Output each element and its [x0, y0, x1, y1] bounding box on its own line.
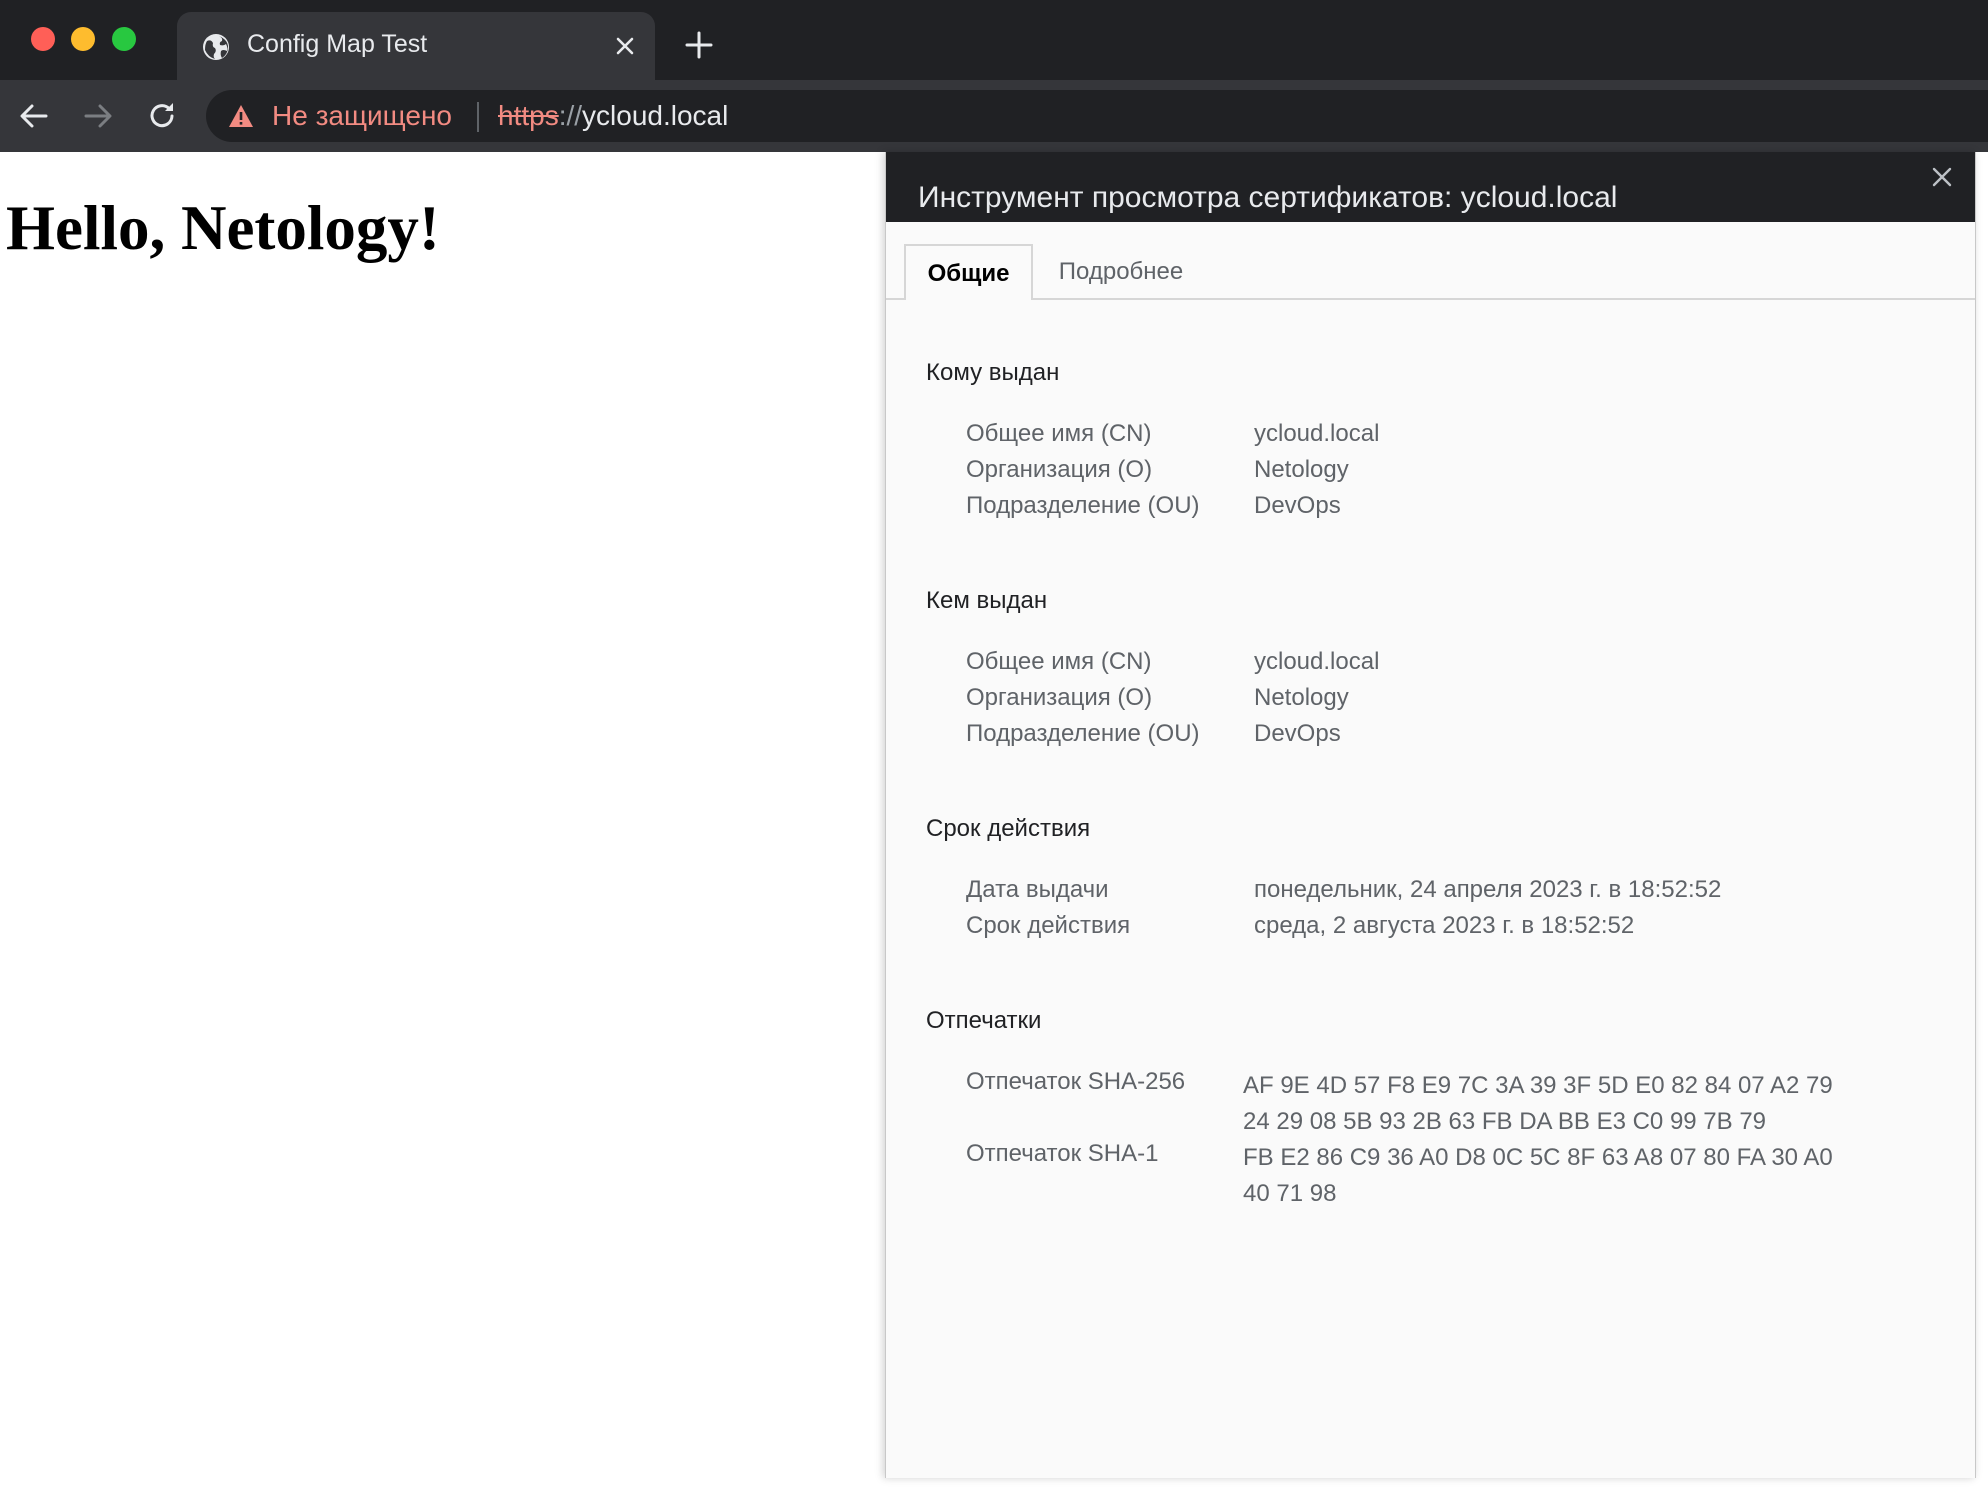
- field-label: Общее имя (CN): [966, 648, 1152, 675]
- field-label: Отпечаток SHA-1: [966, 1140, 1159, 1167]
- field-value: понедельник, 24 апреля 2023 г. в 18:52:5…: [1254, 876, 1722, 903]
- address-separator: [477, 102, 479, 132]
- plus-icon[interactable]: [684, 30, 714, 60]
- reload-icon[interactable]: [145, 99, 179, 133]
- url-text[interactable]: https://ycloud.local: [498, 100, 728, 132]
- field-value: Netology: [1254, 684, 1349, 711]
- dialog-tabs: Общие Подробнее: [886, 222, 1975, 300]
- field-value: ycloud.local: [1254, 648, 1380, 675]
- field-label: Дата выдачи: [966, 876, 1109, 903]
- tab-title: Config Map Test: [247, 30, 428, 58]
- page-heading: Hello, Netology!: [6, 193, 440, 263]
- field-value: среда, 2 августа 2023 г. в 18:52:52: [1254, 912, 1635, 939]
- fingerprint-value: AF 9E 4D 57 F8 E9 7C 3A 39 3F 5D E0 82 8…: [1243, 1072, 1833, 1135]
- field-label: Общее имя (CN): [966, 420, 1152, 447]
- window-zoom-button[interactable]: [112, 27, 136, 51]
- globe-icon: [203, 34, 229, 60]
- tab-details[interactable]: Подробнее: [1041, 244, 1201, 300]
- section-validity-title: Срок действия: [926, 815, 1091, 842]
- dialog-title: Инструмент просмотра сертификатов: yclou…: [918, 181, 1618, 214]
- close-icon[interactable]: [611, 32, 639, 60]
- address-bar[interactable]: Не защищено https://ycloud.local: [206, 90, 1988, 142]
- field-label: Отпечаток SHA-256: [966, 1068, 1186, 1095]
- field-label: Организация (O): [966, 456, 1153, 483]
- section-issued-to-title: Кому выдан: [926, 359, 1060, 386]
- toolbar: Не защищено https://ycloud.local: [0, 80, 1988, 152]
- certificate-viewer-dialog: Инструмент просмотра сертификатов: yclou…: [885, 152, 1976, 1478]
- section-issued-by-title: Кем выдан: [926, 587, 1048, 614]
- field-label: Подразделение (OU): [966, 492, 1200, 519]
- field-value: Netology: [1254, 456, 1349, 483]
- arrow-right-icon[interactable]: [81, 99, 115, 133]
- tab-general[interactable]: Общие: [904, 244, 1033, 300]
- tab-strip: Config Map Test: [0, 0, 1988, 80]
- field-label: Срок действия: [966, 912, 1131, 939]
- warning-triangle-icon: [229, 105, 253, 127]
- window-close-button[interactable]: [31, 27, 55, 51]
- browser-tab[interactable]: Config Map Test: [177, 12, 655, 80]
- field-label: Организация (O): [966, 684, 1153, 711]
- window-minimize-button[interactable]: [71, 27, 95, 51]
- field-value: ycloud.local: [1254, 420, 1380, 447]
- dialog-header: Инструмент просмотра сертификатов: yclou…: [886, 152, 1975, 222]
- fingerprint-value: FB E2 86 C9 36 A0 D8 0C 5C 8F 63 A8 07 8…: [1243, 1144, 1833, 1207]
- url-scheme: https: [498, 100, 559, 131]
- close-icon[interactable]: [1929, 164, 1955, 190]
- arrow-left-icon[interactable]: [17, 99, 51, 133]
- url-separator: ://: [558, 100, 583, 131]
- field-value: DevOps: [1254, 492, 1341, 519]
- field-value: DevOps: [1254, 720, 1341, 747]
- section-fingerprints-title: Отпечатки: [926, 1007, 1042, 1034]
- field-label: Подразделение (OU): [966, 720, 1200, 747]
- security-status[interactable]: Не защищено: [272, 100, 452, 132]
- url-host: ycloud.local: [582, 100, 729, 131]
